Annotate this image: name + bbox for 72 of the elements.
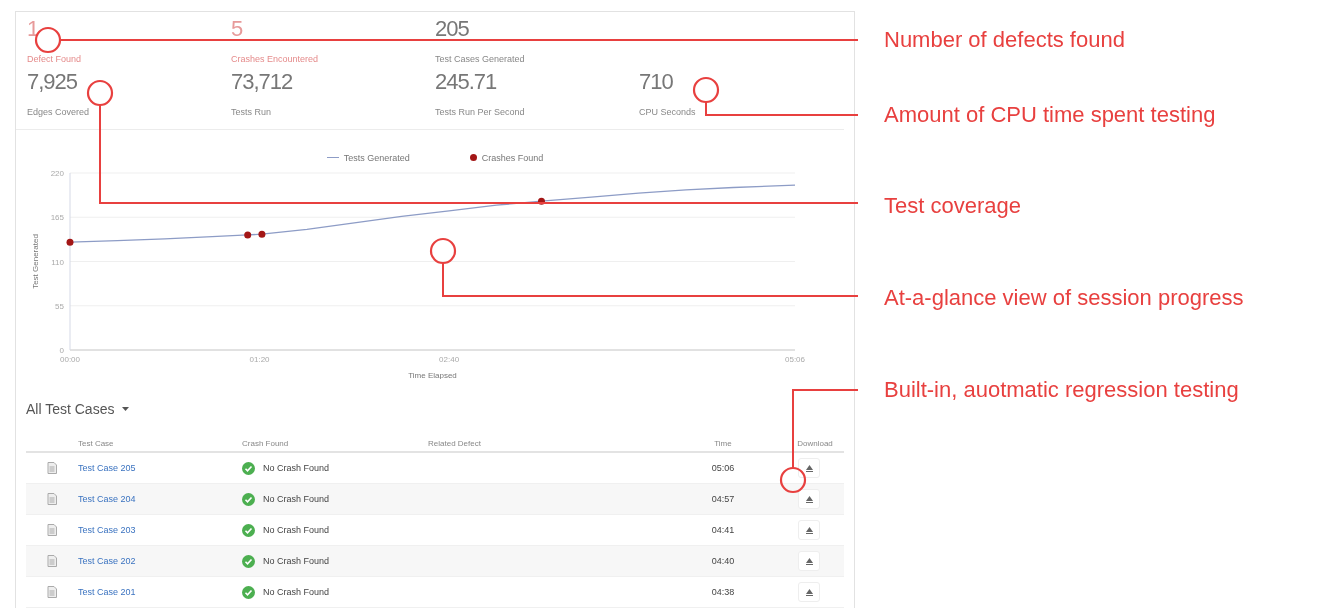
download-icon bbox=[805, 464, 813, 472]
legend-item: Tests Generated bbox=[326, 152, 410, 164]
download-button[interactable] bbox=[798, 458, 820, 478]
stat-value: 73,712 bbox=[231, 72, 294, 92]
download-icon bbox=[805, 526, 813, 534]
stat-label: Crashes Encountered bbox=[231, 54, 320, 64]
x-tick-label: 05:06 bbox=[785, 354, 805, 364]
x-tick-label: 01:20 bbox=[249, 354, 270, 364]
table-cell-text: 04:41 bbox=[710, 525, 736, 535]
download-button[interactable] bbox=[798, 582, 820, 602]
table-cell: No Crash Found bbox=[263, 556, 330, 566]
stat-label: CPU Seconds bbox=[639, 107, 697, 117]
stat-value: 245.71 bbox=[435, 72, 498, 92]
stat-value: 7,925 bbox=[27, 72, 79, 92]
annotation-text: Amount of CPU time spent testing bbox=[884, 102, 1216, 128]
y-tick-label: 110 bbox=[51, 257, 64, 267]
stat-label: Test Cases Generated bbox=[435, 54, 526, 64]
stat-value: 5 bbox=[231, 19, 244, 39]
crash-point bbox=[258, 230, 266, 238]
annotation-text: Number of defects found bbox=[884, 27, 1125, 53]
test-case-link[interactable]: Test Case 202 bbox=[78, 556, 242, 566]
legend-item: Crashes Found bbox=[469, 152, 544, 164]
document-icon bbox=[47, 586, 57, 598]
download-icon bbox=[805, 588, 813, 596]
table-cell: No Crash Found bbox=[263, 463, 330, 473]
annotation-text: Built-in, auotmatic regression testing bbox=[884, 377, 1239, 403]
table-cell-text: 05:06 bbox=[710, 463, 736, 473]
stat-value: 710 bbox=[639, 72, 674, 92]
document-icon bbox=[47, 524, 57, 536]
document-icon bbox=[47, 493, 57, 505]
annotation-text: Test coverage bbox=[884, 193, 1021, 219]
download-button[interactable] bbox=[798, 489, 820, 509]
crash-point bbox=[538, 197, 545, 205]
test-case-link[interactable]: Test Case 204 bbox=[78, 494, 242, 504]
column-header: Time bbox=[713, 439, 733, 450]
test-case-link[interactable]: Test Case 205 bbox=[78, 463, 242, 473]
y-tick-label: 0 bbox=[59, 345, 64, 355]
table-cell-text: 04:38 bbox=[710, 587, 736, 597]
table-cell: No Crash Found bbox=[263, 525, 330, 535]
crash-point bbox=[66, 238, 74, 246]
x-axis-title: Time Elapsed bbox=[408, 370, 457, 379]
filter-dropdown[interactable]: All Test Cases bbox=[26, 401, 130, 417]
y-tick-label: 55 bbox=[55, 301, 64, 311]
annotation-text: At-a-glance view of session progress bbox=[884, 285, 1244, 311]
x-tick-label: 00:00 bbox=[60, 354, 80, 364]
crash-point bbox=[244, 231, 252, 239]
stat-value: 205 bbox=[435, 19, 470, 39]
column-header: Download bbox=[796, 439, 834, 450]
stat-label: Edges Covered bbox=[27, 107, 91, 117]
table-cell-text: 04:40 bbox=[710, 556, 736, 566]
document-icon bbox=[47, 555, 57, 567]
table-cell-text: 04:57 bbox=[710, 494, 736, 504]
download-icon bbox=[805, 557, 813, 565]
test-case-link[interactable]: Test Case 203 bbox=[78, 525, 242, 535]
document-icon bbox=[47, 462, 57, 474]
column-header: Crash Found bbox=[242, 439, 290, 450]
y-tick-label: 220 bbox=[50, 168, 64, 178]
table-cell: No Crash Found bbox=[263, 494, 330, 504]
stat-label: Tests Run bbox=[231, 107, 273, 117]
download-button[interactable] bbox=[798, 520, 820, 540]
table-cell: No Crash Found bbox=[263, 587, 330, 597]
stat-label: Defect Found bbox=[27, 54, 83, 64]
download-icon bbox=[805, 495, 813, 503]
test-case-link[interactable]: Test Case 201 bbox=[78, 587, 242, 597]
x-tick-label: 02:40 bbox=[439, 354, 460, 364]
column-header: Test Case bbox=[78, 439, 115, 450]
y-tick-label: 165 bbox=[50, 213, 64, 222]
stat-label: Tests Run Per Second bbox=[435, 107, 526, 117]
download-button[interactable] bbox=[798, 551, 820, 571]
y-axis-title: Test Generated bbox=[31, 233, 40, 289]
column-header: Related Defect bbox=[428, 439, 482, 450]
caret-icon bbox=[122, 407, 130, 411]
